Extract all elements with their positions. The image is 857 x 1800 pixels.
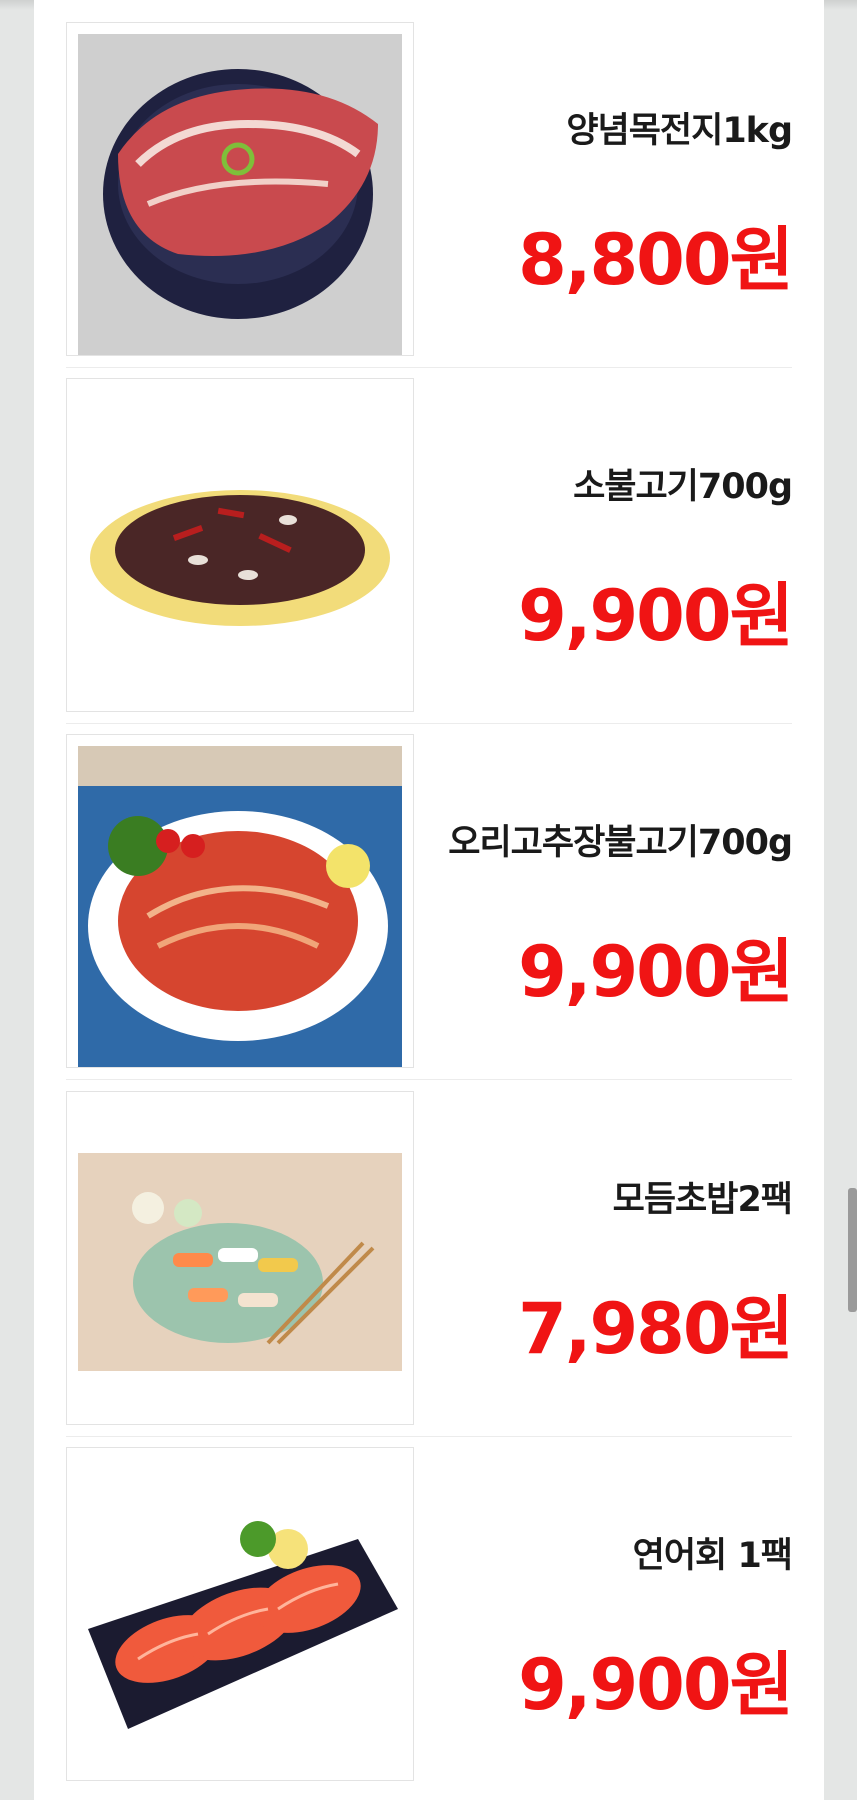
product-price: 9,900원 bbox=[518, 1644, 794, 1726]
product-price: 9,900원 bbox=[518, 575, 794, 657]
beef-bulgogi-illustration bbox=[78, 390, 402, 711]
duck-bulgogi-illustration bbox=[78, 746, 402, 1067]
product-image-duck-bulgogi[interactable] bbox=[66, 734, 414, 1068]
salmon-illustration bbox=[78, 1459, 402, 1780]
product-name: 양념목전지1kg bbox=[566, 111, 793, 151]
product-name: 오리고추장불고기700g bbox=[448, 823, 793, 863]
product-card[interactable]: 양념목전지1kg 8,800원 bbox=[66, 22, 794, 362]
divider bbox=[66, 367, 792, 368]
product-name: 소불고기700g bbox=[573, 467, 793, 507]
product-price: 8,800원 bbox=[518, 219, 794, 301]
product-name: 연어회 1팩 bbox=[632, 1536, 793, 1576]
product-name: 모듬초밥2팩 bbox=[612, 1180, 793, 1220]
product-image-sushi[interactable] bbox=[66, 1091, 414, 1425]
product-card[interactable]: 오리고추장불고기700g 9,900원 bbox=[66, 734, 794, 1074]
divider bbox=[66, 1079, 792, 1080]
product-image-salmon[interactable] bbox=[66, 1447, 414, 1781]
divider bbox=[66, 723, 792, 724]
product-image-marinated-pork[interactable] bbox=[66, 22, 414, 356]
product-list: 양념목전지1kg 8,800원 소불고기700g 9,900원 오리고추장불고기… bbox=[34, 0, 824, 1800]
sushi-illustration bbox=[78, 1103, 402, 1424]
scrollbar-thumb[interactable] bbox=[848, 1188, 857, 1312]
product-card[interactable]: 모듬초밥2팩 7,980원 bbox=[66, 1091, 794, 1431]
product-card[interactable]: 연어회 1팩 9,900원 bbox=[66, 1447, 794, 1787]
product-price: 7,980원 bbox=[518, 1288, 794, 1370]
product-image-beef-bulgogi[interactable] bbox=[66, 378, 414, 712]
marinated-pork-illustration bbox=[78, 34, 402, 355]
divider bbox=[66, 1436, 792, 1437]
product-card[interactable]: 소불고기700g 9,900원 bbox=[66, 378, 794, 718]
product-price: 9,900원 bbox=[518, 931, 794, 1013]
